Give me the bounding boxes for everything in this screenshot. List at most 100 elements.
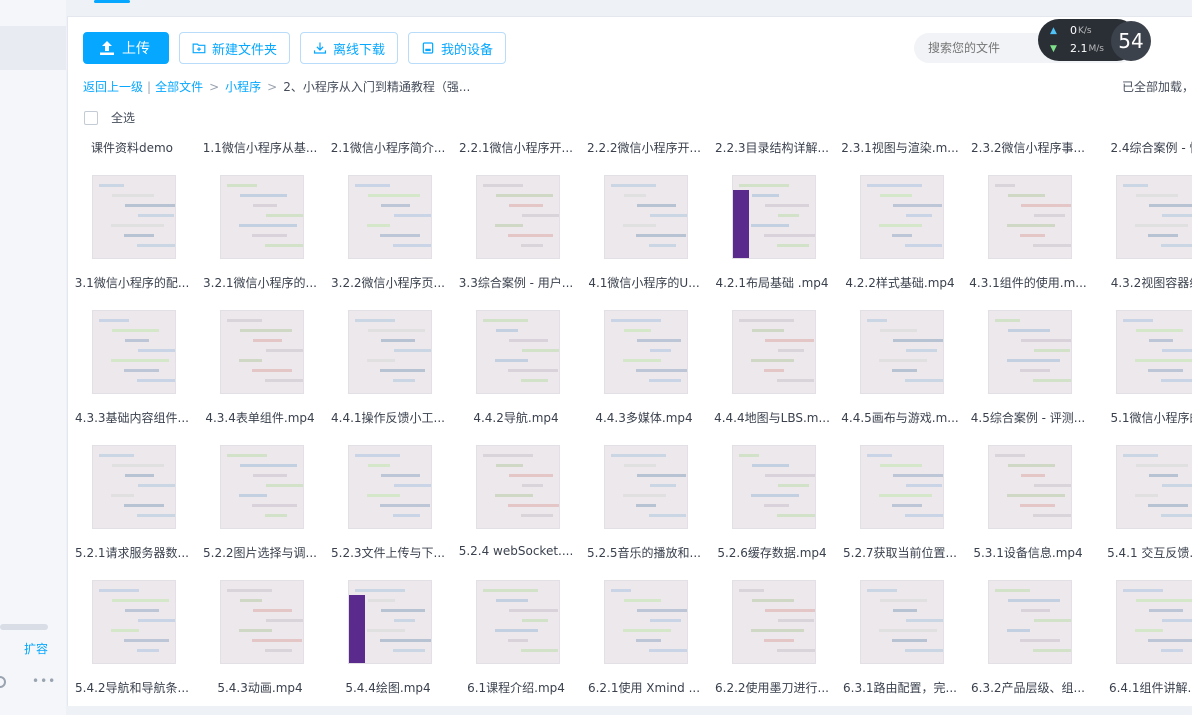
video-thumbnail[interactable] — [92, 580, 176, 664]
video-thumbnail[interactable] — [348, 310, 432, 394]
file-name: 4.4.5画布与游戏.m... — [841, 411, 959, 425]
video-thumbnail[interactable] — [476, 445, 560, 529]
thumbnail-detail — [1149, 474, 1178, 477]
thumbnail-detail — [1007, 224, 1055, 227]
file-item[interactable]: 6.3.2产品层级、组... — [964, 17, 1092, 695]
more-icon[interactable]: ••• — [32, 674, 56, 688]
thumbnail-detail — [124, 369, 159, 372]
video-thumbnail[interactable] — [1116, 175, 1192, 259]
file-item[interactable]: 6.2.1使用 Xmind ... — [580, 17, 708, 695]
thumbnail-detail — [905, 379, 943, 382]
thumbnail-detail — [509, 609, 558, 612]
video-thumbnail[interactable] — [92, 445, 176, 529]
thumbnail-detail — [893, 204, 942, 207]
thumbnail-detail — [1162, 484, 1192, 487]
video-thumbnail[interactable] — [860, 445, 944, 529]
thumbnail-detail — [380, 639, 431, 642]
video-thumbnail[interactable] — [476, 580, 560, 664]
new-folder-button[interactable]: 新建文件夹 — [179, 32, 290, 64]
file-item[interactable]: 6.4.1组件讲解.m — [1092, 17, 1192, 695]
breadcrumb-folder-link[interactable]: 小程序 — [225, 78, 261, 95]
thumbnail-detail — [522, 214, 559, 217]
video-thumbnail[interactable] — [732, 310, 816, 394]
file-item[interactable]: 5.4.4绘图.mp4 — [324, 17, 452, 695]
video-thumbnail[interactable] — [220, 175, 304, 259]
expand-storage-link[interactable]: 扩容 — [24, 640, 48, 657]
thumbnail-detail — [138, 484, 175, 487]
video-thumbnail[interactable] — [348, 580, 432, 664]
thumbnail-detail — [1136, 329, 1183, 332]
video-thumbnail[interactable] — [732, 445, 816, 529]
video-thumbnail[interactable] — [92, 175, 176, 259]
video-thumbnail[interactable] — [220, 445, 304, 529]
select-all[interactable]: 全选 — [84, 109, 135, 126]
thumbnail-detail — [1148, 639, 1192, 642]
video-thumbnail[interactable] — [860, 175, 944, 259]
file-item[interactable]: 5.4.2导航和导航条... — [68, 17, 196, 695]
thumbnail-detail — [239, 494, 267, 497]
video-thumbnail[interactable] — [348, 175, 432, 259]
upload-button[interactable]: 上传 — [83, 32, 169, 64]
video-thumbnail[interactable] — [1116, 445, 1192, 529]
thumbnail-detail — [1008, 599, 1060, 602]
video-thumbnail[interactable] — [732, 580, 816, 664]
thumbnail-detail — [906, 349, 937, 352]
thumbnail-detail — [138, 619, 175, 622]
thumbnail-detail — [764, 369, 784, 372]
storage-progress-bar — [0, 624, 48, 630]
video-thumbnail[interactable] — [860, 580, 944, 664]
thumbnail-detail — [1162, 214, 1192, 217]
thumbnail-detail — [649, 649, 687, 652]
video-thumbnail[interactable] — [348, 445, 432, 529]
my-devices-button[interactable]: 我的设备 — [408, 32, 506, 64]
settings-icon[interactable] — [0, 676, 6, 688]
thumbnail-detail — [495, 629, 538, 632]
video-thumbnail[interactable] — [988, 310, 1072, 394]
video-thumbnail[interactable] — [604, 445, 688, 529]
thumbnail-detail — [227, 184, 257, 187]
sidebar-selected-item[interactable] — [0, 26, 66, 70]
offline-download-button[interactable]: 离线下载 — [300, 32, 398, 64]
video-thumbnail[interactable] — [220, 580, 304, 664]
video-thumbnail[interactable] — [860, 310, 944, 394]
file-item[interactable]: 6.1课程介绍.mp4 — [452, 17, 580, 695]
video-thumbnail[interactable] — [988, 580, 1072, 664]
file-item[interactable]: 6.2.2使用墨刀进行... — [708, 17, 836, 695]
select-all-checkbox[interactable] — [84, 110, 98, 125]
thumbnail-detail — [880, 464, 922, 467]
thumbnail-detail — [778, 349, 804, 352]
breadcrumb-all-files-link[interactable]: 全部文件 — [155, 78, 203, 95]
video-thumbnail[interactable] — [220, 310, 304, 394]
file-name: 5.2.5音乐的播放和... — [587, 546, 701, 560]
offline-download-label: 离线下载 — [332, 42, 385, 58]
video-thumbnail[interactable] — [476, 310, 560, 394]
thumbnail-detail — [905, 649, 943, 652]
thumbnail-detail — [879, 629, 937, 632]
video-thumbnail[interactable] — [1116, 310, 1192, 394]
video-thumbnail[interactable] — [476, 175, 560, 259]
file-item[interactable]: 5.4.3动画.mp4 — [196, 17, 324, 695]
video-thumbnail[interactable] — [732, 175, 816, 259]
thumbnail-detail — [752, 599, 794, 602]
video-thumbnail[interactable] — [988, 175, 1072, 259]
thumbnail-detail — [227, 319, 262, 322]
file-name: 4.2.1布局基础 .mp4 — [715, 276, 829, 290]
thumbnail-detail — [880, 329, 917, 332]
file-item[interactable]: 6.3.1路由配置，完... — [836, 17, 964, 695]
video-thumbnail[interactable] — [92, 310, 176, 394]
video-thumbnail[interactable] — [988, 445, 1072, 529]
thumbnail-detail — [1021, 204, 1071, 207]
thumbnail-detail — [521, 514, 553, 517]
breadcrumb-back-link[interactable]: 返回上一级 — [83, 78, 143, 95]
thumbnail-detail — [1007, 629, 1030, 632]
thumbnail-detail — [521, 379, 548, 382]
thumbnail-detail — [1149, 204, 1192, 207]
thumbnail-detail — [393, 379, 415, 382]
video-thumbnail[interactable] — [604, 175, 688, 259]
thumbnail-detail — [355, 319, 395, 322]
thumbnail-detail — [483, 184, 523, 187]
video-thumbnail[interactable] — [604, 580, 688, 664]
thumbnail-detail — [522, 619, 548, 622]
video-thumbnail[interactable] — [604, 310, 688, 394]
video-thumbnail[interactable] — [1116, 580, 1192, 664]
